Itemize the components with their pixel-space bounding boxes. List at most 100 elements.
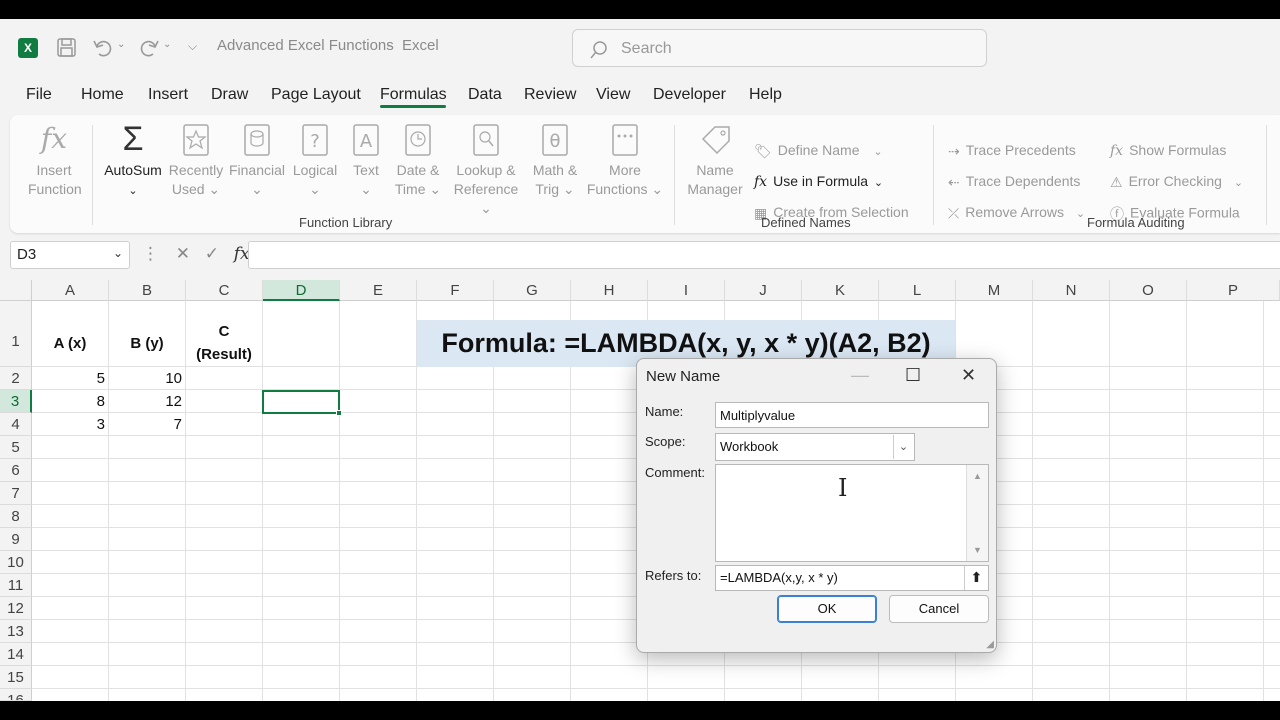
cell-a2[interactable]: 5 xyxy=(32,370,105,387)
maximize-icon[interactable]: ☐ xyxy=(905,365,921,386)
column-header[interactable]: I xyxy=(648,280,725,301)
trace-dependents-button[interactable]: ⇠ Trace Dependents xyxy=(948,173,1080,191)
row-header-selected[interactable]: 3 xyxy=(0,390,32,413)
row-header[interactable]: 6 xyxy=(0,459,32,482)
row-header[interactable]: 12 xyxy=(0,597,32,620)
trace-precedents-button[interactable]: ⇢ Trace Precedents xyxy=(948,142,1076,160)
more-functions-button[interactable]: More Functions ⌄ xyxy=(586,121,664,199)
redo-dropdown-icon[interactable]: ⌄ xyxy=(163,39,171,50)
use-in-formula-button[interactable]: fx Use in Formula ⌄ xyxy=(754,173,883,190)
autosum-button[interactable]: Σ AutoSum ⌄ xyxy=(98,121,168,201)
tab-data[interactable]: Data xyxy=(468,86,502,104)
formula-input[interactable] xyxy=(248,241,1280,269)
row-header[interactable]: 16 xyxy=(0,689,32,701)
name-field[interactable]: Multiplyvalue xyxy=(715,402,989,428)
save-icon[interactable] xyxy=(56,37,78,59)
column-header[interactable]: K xyxy=(802,280,879,301)
define-name-button[interactable]: 🏷 Define Name ⌄ xyxy=(754,142,883,160)
tab-formulas[interactable]: Formulas xyxy=(380,86,447,104)
tab-home[interactable]: Home xyxy=(81,86,124,104)
row-header[interactable]: 15 xyxy=(0,666,32,689)
column-header[interactable]: E xyxy=(340,280,417,301)
column-header[interactable]: P xyxy=(1187,280,1280,301)
redo-icon[interactable] xyxy=(138,37,160,59)
row-header[interactable]: 8 xyxy=(0,505,32,528)
cell-a4[interactable]: 3 xyxy=(32,416,105,433)
row-header[interactable]: 11 xyxy=(0,574,32,597)
tab-help[interactable]: Help xyxy=(749,86,782,104)
row-header[interactable]: 10 xyxy=(0,551,32,574)
customize-toolbar-icon[interactable]: ⌵ xyxy=(188,39,197,54)
column-header[interactable]: A xyxy=(32,280,109,301)
row-header[interactable]: 13 xyxy=(0,620,32,643)
error-checking-button[interactable]: ⚠ Error Checking ⌄ xyxy=(1110,173,1243,191)
select-all-corner[interactable] xyxy=(0,280,32,301)
logical-button[interactable]: ? Logical ⌄ xyxy=(288,121,342,199)
name-box[interactable]: D3 ⌄ xyxy=(10,241,130,269)
scope-dropdown-icon[interactable]: ⌄ xyxy=(893,435,913,459)
name-box-dropdown-icon[interactable]: ⌄ xyxy=(113,246,123,260)
column-header[interactable]: J xyxy=(725,280,802,301)
cell-b2[interactable]: 10 xyxy=(109,370,182,387)
row-header[interactable]: 9 xyxy=(0,528,32,551)
financial-button[interactable]: Financial ⌄ xyxy=(228,121,286,199)
column-header[interactable]: L xyxy=(879,280,956,301)
cell-c1-line1[interactable]: C xyxy=(186,323,262,340)
cell-b3[interactable]: 12 xyxy=(109,393,182,410)
tab-draw[interactable]: Draw xyxy=(211,86,248,104)
column-header[interactable]: O xyxy=(1110,280,1187,301)
cell-a1[interactable]: A (x) xyxy=(32,335,108,352)
undo-dropdown-icon[interactable]: ⌄ xyxy=(117,39,125,50)
column-header-selected[interactable]: D xyxy=(263,280,340,301)
column-header[interactable]: G xyxy=(494,280,571,301)
scroll-up-icon[interactable]: ▲ xyxy=(973,471,982,481)
selected-cell-d3[interactable] xyxy=(262,390,342,416)
comment-scrollbar[interactable]: ▲ ▼ xyxy=(966,465,988,561)
more-options-icon[interactable]: ⋮ xyxy=(142,244,159,263)
name-manager-button[interactable]: Name Manager xyxy=(682,121,748,199)
tab-view[interactable]: View xyxy=(596,86,630,104)
text-functions-button[interactable]: A Text ⌄ xyxy=(346,121,386,199)
comment-field[interactable]: ▲ ▼ xyxy=(715,464,989,562)
column-header[interactable]: F xyxy=(417,280,494,301)
tab-insert[interactable]: Insert xyxy=(148,86,188,104)
lookup-reference-button[interactable]: Lookup & Reference ⌄ xyxy=(448,121,524,218)
resize-grip-icon[interactable]: ◢ xyxy=(986,639,994,650)
show-formulas-button[interactable]: fx Show Formulas xyxy=(1110,142,1226,159)
tab-file[interactable]: File xyxy=(26,86,52,104)
confirm-entry-icon[interactable]: ✓ xyxy=(205,244,219,263)
undo-icon[interactable] xyxy=(92,37,114,59)
cell-c1-line2[interactable]: (Result) xyxy=(186,346,262,363)
tab-page-layout[interactable]: Page Layout xyxy=(271,86,361,104)
refers-to-field[interactable]: =LAMBDA(x,y, x * y) ⬆ xyxy=(715,565,989,591)
column-header[interactable]: B xyxy=(109,280,186,301)
date-time-button[interactable]: Date & Time ⌄ xyxy=(390,121,446,199)
column-header[interactable]: C xyxy=(186,280,263,301)
row-header[interactable]: 5 xyxy=(0,436,32,459)
column-header[interactable]: H xyxy=(571,280,648,301)
column-header[interactable]: N xyxy=(1033,280,1110,301)
search-input[interactable]: Search xyxy=(572,29,987,67)
row-header[interactable]: 14 xyxy=(0,643,32,666)
close-icon[interactable]: ✕ xyxy=(961,365,976,386)
row-header[interactable]: 1 xyxy=(0,301,32,367)
fill-handle[interactable] xyxy=(336,410,342,416)
row-header[interactable]: 4 xyxy=(0,413,32,436)
row-header[interactable]: 2 xyxy=(0,367,32,390)
cancel-entry-icon[interactable]: ✕ xyxy=(176,244,190,263)
row-header[interactable]: 7 xyxy=(0,482,32,505)
cell-a3[interactable]: 8 xyxy=(32,393,105,410)
ok-button[interactable]: OK xyxy=(777,595,877,623)
remove-arrows-button[interactable]: ⤫ Remove Arrows ⌄ xyxy=(948,204,1085,222)
collapse-dialog-icon[interactable]: ⬆ xyxy=(964,566,988,590)
recently-used-button[interactable]: Recently Used ⌄ xyxy=(168,121,224,199)
scope-select[interactable]: Workbook ⌄ xyxy=(715,433,915,461)
tab-developer[interactable]: Developer xyxy=(653,86,726,104)
tab-review[interactable]: Review xyxy=(524,86,576,104)
insert-function-button[interactable]: fx Insert Function xyxy=(28,121,82,199)
cell-b1[interactable]: B (y) xyxy=(109,335,185,352)
scroll-down-icon[interactable]: ▼ xyxy=(973,545,982,555)
cancel-button[interactable]: Cancel xyxy=(889,595,989,623)
math-trig-button[interactable]: θ Math & Trig ⌄ xyxy=(528,121,582,199)
cell-b4[interactable]: 7 xyxy=(109,416,182,433)
